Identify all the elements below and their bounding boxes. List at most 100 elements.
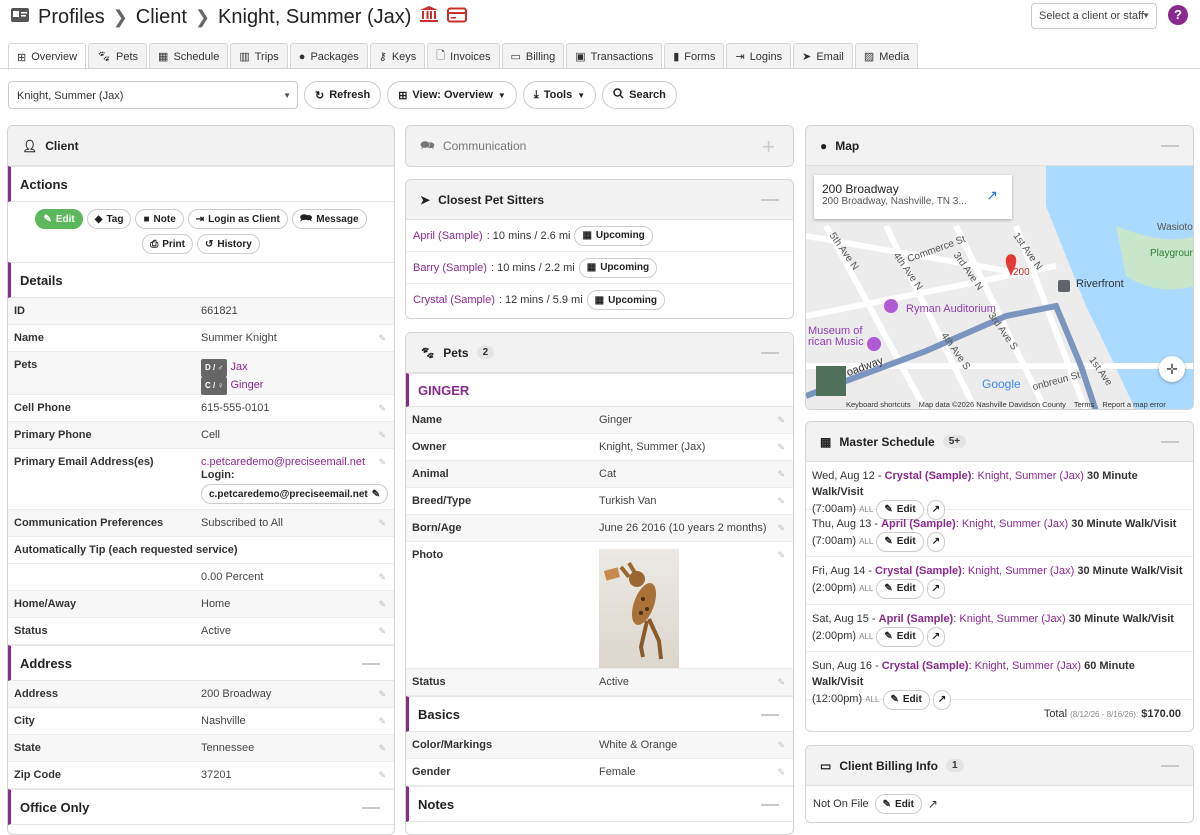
owner-link[interactable]: Knight, Summer (Jax) — [599, 441, 705, 453]
terms-link[interactable]: Terms — [1074, 400, 1094, 409]
collapse-icon[interactable] — [761, 199, 779, 201]
tab-email[interactable]: ➤ Email — [793, 43, 853, 69]
external-link-icon[interactable]: ↗ — [932, 690, 952, 710]
note-button[interactable]: ■ Note — [135, 209, 184, 229]
refresh-button[interactable]: ↻ Refresh — [304, 81, 382, 109]
pencil-icon[interactable]: ✎ — [378, 457, 386, 468]
map-canvas[interactable]: 200 Broadway 200 Broadway, Nashville, TN… — [806, 166, 1193, 409]
pencil-icon[interactable]: ✎ — [378, 572, 386, 583]
view-button[interactable]: ⊞ View: Overview ▼ — [387, 81, 517, 109]
sitter-link[interactable]: Crystal (Sample) — [882, 660, 969, 672]
external-link-icon[interactable]: ↗ — [926, 579, 946, 599]
tab-packages[interactable]: ● Packages — [289, 43, 368, 69]
schedule-edit-button[interactable]: ✎ Edit — [876, 626, 924, 647]
pencil-icon[interactable]: ✎ — [777, 740, 785, 751]
pet-link-jax[interactable]: Jax — [230, 361, 247, 373]
pencil-icon[interactable]: ✎ — [777, 469, 785, 480]
print-button[interactable]: ⎙ Print — [142, 234, 193, 254]
pencil-icon[interactable]: ✎ — [378, 333, 386, 344]
login-pill[interactable]: c.petcaredemo@preciseemail.net ✎ — [201, 484, 389, 504]
external-link-icon[interactable]: ↗ — [926, 531, 946, 552]
tab-invoices[interactable]: 🗋︎ Invoices — [427, 43, 500, 69]
external-link-icon[interactable]: ↗ — [926, 626, 946, 647]
pencil-icon[interactable]: ✎ — [378, 770, 386, 781]
help-button[interactable]: ? — [1168, 5, 1188, 25]
pencil-icon[interactable]: ✎ — [378, 518, 386, 529]
tab-overview[interactable]: ⊞ Overview — [8, 43, 87, 70]
credit-card-icon[interactable] — [447, 6, 468, 29]
pet-photo[interactable] — [599, 549, 679, 668]
external-link-icon[interactable]: ↗ — [986, 187, 998, 204]
collapse-icon[interactable] — [761, 352, 779, 354]
pencil-icon[interactable]: ✎ — [378, 689, 386, 700]
client-link[interactable]: Knight, Summer (Jax) — [959, 613, 1065, 625]
schedule-edit-button[interactable]: ✎ Edit — [876, 531, 924, 552]
collapse-icon[interactable] — [1161, 765, 1179, 767]
collapse-icon[interactable] — [1161, 441, 1179, 443]
sitter-link[interactable]: Crystal (Sample) — [885, 470, 972, 482]
fullscreen-button[interactable]: ✛ — [1159, 356, 1185, 382]
keyboard-shortcuts-link[interactable]: Keyboard shortcuts — [846, 400, 911, 409]
collapse-icon[interactable] — [362, 663, 380, 665]
plus-icon[interactable]: + — [762, 134, 775, 160]
pencil-icon[interactable]: ✎ — [777, 523, 785, 534]
tab-media[interactable]: ▨ Media — [854, 43, 919, 69]
schedule-edit-button[interactable]: ✎ Edit — [882, 690, 930, 710]
collapse-icon[interactable] — [1161, 145, 1179, 147]
pet-link-ginger[interactable]: Ginger — [230, 379, 263, 391]
history-button[interactable]: ↺ History — [196, 234, 260, 254]
pencil-icon[interactable]: ✎ — [777, 496, 785, 507]
breadcrumb-client[interactable]: Client — [136, 6, 187, 29]
upcoming-button[interactable]: ▦ Upcoming — [578, 257, 658, 278]
tab-keys[interactable]: ⚷ Keys — [369, 43, 426, 69]
external-link-icon[interactable]: ↗ — [928, 797, 938, 811]
schedule-edit-button[interactable]: ✎ Edit — [876, 579, 924, 599]
client-link[interactable]: Knight, Summer (Jax) — [968, 565, 1074, 577]
sitter-link[interactable]: Barry (Sample) — [413, 262, 487, 274]
pencil-icon[interactable]: ✎ — [378, 403, 386, 414]
tab-billing[interactable]: ▭ Billing — [501, 43, 565, 69]
client-link[interactable]: Knight, Summer (Jax) — [978, 470, 1084, 482]
pencil-icon[interactable]: ✎ — [378, 599, 386, 610]
edit-button[interactable]: ✎ Edit — [35, 209, 83, 229]
collapse-icon[interactable] — [362, 807, 380, 809]
search-button[interactable]: Search — [602, 81, 677, 109]
tab-forms[interactable]: ▮ Forms — [664, 43, 725, 69]
pencil-icon[interactable]: ✎ — [777, 442, 785, 453]
pencil-icon[interactable]: ✎ — [378, 430, 386, 441]
client-link[interactable]: Knight, Summer (Jax) — [962, 518, 1068, 530]
billing-edit-button[interactable]: ✎ Edit — [874, 794, 922, 814]
address-link[interactable]: 200 Broadway — [201, 688, 271, 700]
sitter-link[interactable]: April (Sample) — [879, 613, 954, 625]
sitter-link[interactable]: Crystal (Sample) — [875, 565, 962, 577]
bank-icon[interactable] — [419, 5, 439, 29]
collapse-icon[interactable] — [761, 714, 779, 716]
pencil-icon[interactable]: ✎ — [777, 677, 785, 688]
sitter-link[interactable]: Crystal (Sample) — [413, 294, 495, 306]
collapse-icon[interactable] — [761, 804, 779, 806]
pencil-icon[interactable]: ✎ — [378, 716, 386, 727]
pencil-icon[interactable]: ✎ — [777, 550, 785, 561]
message-button[interactable]: 🗪︎ Message — [291, 209, 367, 229]
tag-button[interactable]: ◆ Tag — [86, 209, 132, 229]
pencil-icon[interactable]: ✎ — [777, 415, 785, 426]
email-link[interactable]: c.petcaredemo@preciseemail.net — [201, 456, 388, 469]
login-as-client-button[interactable]: ⇥ Login as Client — [187, 209, 288, 229]
cell-phone-link[interactable]: 615-555-0101 — [201, 402, 270, 414]
upcoming-button[interactable]: ▦ Upcoming — [574, 225, 653, 246]
tools-button[interactable]: ⤓ Tools ▼ — [522, 81, 597, 109]
tab-pets[interactable]: 🐾︎ Pets — [88, 43, 148, 69]
pencil-icon[interactable]: ✎ — [378, 743, 386, 754]
sitter-link[interactable]: April (Sample) — [413, 230, 483, 242]
client-select[interactable]: Knight, Summer (Jax) ▼ — [8, 81, 298, 109]
tab-logins[interactable]: ⇥ Logins — [726, 43, 792, 69]
report-map-error-link[interactable]: Report a map error — [1102, 400, 1165, 409]
pencil-icon[interactable]: ✎ — [777, 767, 785, 778]
tab-trips[interactable]: ▥ Trips — [230, 43, 288, 69]
sitter-link[interactable]: April (Sample) — [881, 518, 956, 530]
pencil-icon[interactable]: ✎ — [378, 626, 386, 637]
tab-transactions[interactable]: ▣ Transactions — [566, 43, 663, 69]
client-staff-select[interactable]: Select a client or staff ▼ — [1031, 3, 1157, 29]
client-link[interactable]: Knight, Summer (Jax) — [975, 660, 1081, 672]
upcoming-button[interactable]: ▦ Upcoming — [586, 290, 666, 310]
